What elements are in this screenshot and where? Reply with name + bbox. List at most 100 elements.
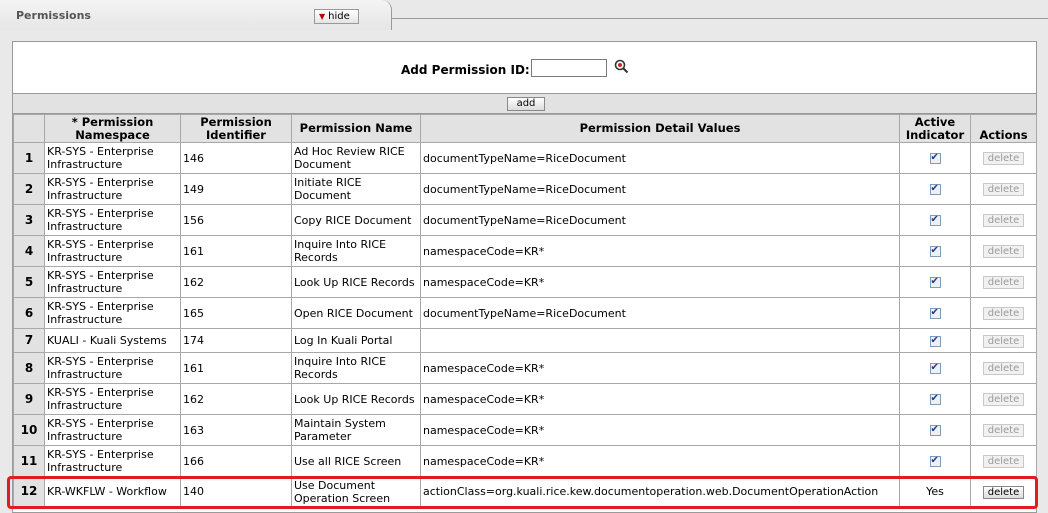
add-permission-label: Add Permission ID: [401, 63, 530, 77]
active-cell: ✔ [899, 414, 971, 446]
namespace-cell: KR-SYS - Enterprise Infrastructure [44, 173, 181, 205]
delete-button[interactable]: delete [983, 307, 1024, 320]
permissions-panel: Add Permission ID: add * Permission Name… [12, 41, 1037, 513]
identifier-cell: 165 [180, 297, 292, 329]
identifier-cell: 162 [180, 266, 292, 298]
detail-values-cell: namespaceCode=KR* [420, 235, 900, 267]
detail-values-cell: documentTypeName=RiceDocument [420, 297, 900, 329]
actions-cell: delete [970, 414, 1037, 446]
active-checkbox[interactable]: ✔ [929, 334, 941, 347]
add-button[interactable]: add [507, 97, 545, 111]
active-cell: ✔ [899, 173, 971, 205]
delete-button[interactable]: delete [983, 362, 1024, 375]
namespace-cell: KR-SYS - Enterprise Infrastructure [44, 235, 181, 267]
identifier-cell: 162 [180, 383, 292, 415]
checkmark-icon: ✔ [930, 393, 939, 404]
delete-button[interactable]: delete [983, 334, 1024, 348]
active-cell: ✔ [899, 142, 971, 174]
table-row: 9 KR-SYS - Enterprise Infrastructure 162 Lo… [13, 383, 1037, 415]
namespace-cell: KR-SYS - Enterprise Infrastructure [44, 266, 181, 298]
active-cell: ✔ [899, 266, 971, 298]
delete-button[interactable]: delete [983, 455, 1024, 468]
active-checkbox[interactable]: ✔ [929, 393, 941, 405]
actions-cell: delete [970, 266, 1037, 298]
actions-cell: delete [970, 445, 1037, 477]
delete-button[interactable]: delete [983, 183, 1024, 196]
identifier-cell: 166 [180, 445, 292, 477]
identifier-cell: 140 [180, 476, 292, 507]
row-number: 1 [13, 142, 45, 174]
actions-cell: delete [970, 383, 1037, 415]
row-number: 8 [13, 352, 45, 384]
col-header-namespace-label: Permission Namespace [75, 115, 154, 142]
detail-values-cell: documentTypeName=RiceDocument [420, 142, 900, 174]
permission-name-cell: Initiate RICE Document [291, 173, 421, 205]
checkmark-icon: ✔ [930, 334, 939, 346]
row-number: 11 [13, 445, 45, 477]
active-cell: Yes [899, 476, 971, 507]
table-row: 5 KR-SYS - Enterprise Infrastructure 162 Lo… [13, 266, 1037, 298]
checkmark-icon: ✔ [930, 214, 939, 225]
table-row: 8 KR-SYS - Enterprise Infrastructure 161 In… [13, 352, 1037, 384]
detail-values-cell: documentTypeName=RiceDocument [420, 204, 900, 236]
identifier-cell: 149 [180, 173, 292, 205]
row-number: 6 [13, 297, 45, 329]
row-number: 7 [13, 328, 45, 353]
add-button-row: add [13, 94, 1036, 114]
active-cell: ✔ [899, 235, 971, 267]
divider [392, 18, 1048, 19]
hide-label: hide [328, 11, 350, 22]
row-number: 10 [13, 414, 45, 446]
actions-cell: delete [970, 204, 1037, 236]
add-permission-id-input[interactable] [531, 59, 607, 77]
detail-values-cell: namespaceCode=KR* [420, 414, 900, 446]
active-checkbox[interactable]: ✔ [929, 307, 941, 319]
lookup-icon[interactable] [614, 59, 629, 74]
row-number: 3 [13, 204, 45, 236]
detail-values-cell [420, 328, 900, 353]
active-checkbox[interactable]: ✔ [929, 276, 941, 288]
active-checkbox[interactable]: ✔ [929, 152, 941, 164]
active-cell: ✔ [899, 383, 971, 415]
active-checkbox[interactable]: ✔ [929, 183, 941, 195]
delete-button[interactable]: delete [983, 424, 1024, 437]
hide-button[interactable]: ▼ hide [314, 9, 359, 24]
detail-values-cell: namespaceCode=KR* [420, 266, 900, 298]
namespace-cell: KR-SYS - Enterprise Infrastructure [44, 383, 181, 415]
delete-button[interactable]: delete [983, 214, 1024, 227]
namespace-cell: KR-WKFLW - Workflow [44, 476, 181, 507]
delete-button[interactable]: delete [983, 393, 1024, 406]
active-checkbox[interactable]: ✔ [929, 214, 941, 226]
active-checkbox[interactable]: ✔ [929, 362, 941, 374]
active-cell: ✔ [899, 352, 971, 384]
detail-values-cell: namespaceCode=KR* [420, 383, 900, 415]
active-checkbox[interactable]: ✔ [929, 455, 941, 467]
active-cell: ✔ [899, 204, 971, 236]
delete-button[interactable]: delete [983, 152, 1024, 165]
table-header-row: * Permission Namespace Permission Identi… [13, 114, 1037, 143]
col-header-details: Permission Detail Values [420, 114, 900, 143]
active-checkbox[interactable]: ✔ [929, 245, 941, 257]
delete-button[interactable]: delete [983, 276, 1024, 289]
detail-values-cell: namespaceCode=KR* [420, 352, 900, 384]
delete-button[interactable]: delete [983, 485, 1024, 499]
actions-cell: delete [970, 142, 1037, 174]
permission-name-cell: Open RICE Document [291, 297, 421, 329]
permission-name-cell: Ad Hoc Review RICE Document [291, 142, 421, 174]
identifier-cell: 161 [180, 235, 292, 267]
delete-button[interactable]: delete [983, 245, 1024, 258]
col-header-name: Permission Name [291, 114, 421, 143]
table-row: 11 KR-SYS - Enterprise Infrastructure 166 U… [13, 445, 1037, 477]
detail-values-cell: actionClass=org.kuali.rice.kew.documento… [420, 476, 900, 507]
checkmark-icon: ✔ [930, 245, 939, 256]
actions-cell: delete [970, 352, 1037, 384]
table-row: 10 KR-SYS - Enterprise Infrastructure 163 M… [13, 414, 1037, 446]
identifier-cell: 163 [180, 414, 292, 446]
namespace-cell: KUALI - Kuali Systems [44, 328, 181, 353]
namespace-cell: KR-SYS - Enterprise Infrastructure [44, 297, 181, 329]
active-checkbox[interactable]: ✔ [929, 424, 941, 436]
permission-name-cell: Log In Kuali Portal [291, 328, 421, 353]
actions-cell: delete [970, 297, 1037, 329]
permission-name-cell: Look Up RICE Records [291, 266, 421, 298]
permission-name-cell: Inquire Into RICE Records [291, 352, 421, 384]
